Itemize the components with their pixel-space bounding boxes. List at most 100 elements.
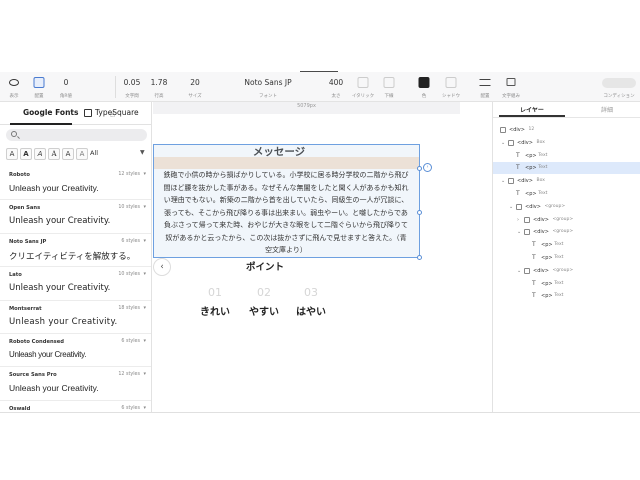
color-swatch bbox=[418, 77, 430, 88]
chevron-down-icon[interactable]: ▼ bbox=[140, 149, 145, 156]
layer-row[interactable]: ⌄ <div> <group> bbox=[493, 226, 640, 238]
badge-icon[interactable]: › bbox=[423, 163, 432, 172]
font-item-montserrat[interactable]: Montserrat 18 styles ▾ Unleash your Crea… bbox=[0, 301, 151, 334]
layer-row[interactable]: ⌄ <div> Box bbox=[493, 137, 640, 149]
paragraph-line: 奴があるかと云ったから、この次は抜かさずに飛んで見せますと答えた。（青 bbox=[165, 233, 407, 242]
text-layer-icon: T bbox=[532, 292, 536, 300]
chevron-down-icon[interactable]: ▾ bbox=[143, 171, 146, 177]
feature-number: 01 bbox=[208, 286, 222, 299]
chevron-down-icon[interactable]: ▾ bbox=[143, 305, 146, 311]
chevron-down-icon[interactable]: ▾ bbox=[143, 405, 146, 411]
resize-handle[interactable] bbox=[417, 166, 422, 171]
chevron-icon[interactable]: ⌄ bbox=[501, 178, 505, 184]
layer-tag: <p> bbox=[525, 165, 537, 172]
chevron-icon[interactable]: ⌄ bbox=[517, 229, 521, 235]
font-item-source-sans-pro[interactable]: Source Sans Pro 12 styles ▾ Unleash your… bbox=[0, 367, 151, 401]
checkbox-icon[interactable] bbox=[508, 178, 514, 185]
text-layer-icon: T bbox=[516, 164, 520, 172]
resize-handle[interactable] bbox=[417, 210, 422, 215]
line-height-field[interactable]: 1.78 行高 bbox=[148, 72, 170, 102]
layer-row[interactable]: ⌄ <div> Box bbox=[493, 175, 640, 187]
letter-spacing-label: 文字間 bbox=[125, 94, 139, 99]
layer-row[interactable]: T <p> Text bbox=[493, 150, 640, 162]
chevron-icon[interactable]: ⌄ bbox=[501, 140, 505, 146]
paragraph-line: 張っても、そこから飛び降りる事は出来まい。弱虫やーい。と囃したからであ bbox=[164, 208, 408, 217]
style-display-button[interactable]: A bbox=[76, 148, 88, 160]
feature-item[interactable]: 01 きれい bbox=[195, 286, 235, 318]
checkbox-icon[interactable] bbox=[516, 203, 522, 210]
layer-row[interactable]: T <p> Text bbox=[493, 239, 640, 251]
letter-spacing-field[interactable]: 0.05 文字間 bbox=[120, 72, 144, 102]
text-align-label: 配置 bbox=[480, 94, 490, 99]
font-item-oswald[interactable]: Oswald 6 styles ▾ bbox=[0, 401, 151, 412]
tab-typesquare[interactable]: TypeSquare bbox=[95, 108, 139, 117]
letter-spacing-value: 0.05 bbox=[123, 78, 141, 87]
feature-number: 02 bbox=[257, 286, 271, 299]
text-composition-button[interactable]: 文字組み bbox=[498, 72, 524, 102]
checkbox-icon[interactable] bbox=[524, 216, 530, 223]
style-italic-button[interactable]: A bbox=[34, 148, 46, 160]
shadow-button[interactable]: シャドウ bbox=[438, 72, 464, 102]
placement-toggle[interactable]: 配置 bbox=[28, 72, 50, 102]
design-canvas[interactable]: 5079px メッセージ 鉄砲で小供の時から損ばかりしている。小学校に居る時分学… bbox=[153, 102, 460, 412]
font-item-open-sans[interactable]: Open Sans 10 styles ▾ Unleash your Creat… bbox=[0, 200, 151, 234]
layer-row[interactable]: › <div> <group> bbox=[493, 214, 640, 226]
layer-row[interactable]: ⌄ <div> <group> bbox=[493, 265, 640, 277]
condition-toggle[interactable]: コンディション bbox=[598, 72, 640, 102]
italic-button[interactable]: イタリック bbox=[350, 72, 376, 102]
layer-row[interactable]: <div> 12 bbox=[493, 124, 640, 136]
layer-row[interactable]: T <p> Text bbox=[493, 290, 640, 302]
font-item-lato[interactable]: Lato 10 styles ▾ Unleash your Creativity… bbox=[0, 267, 151, 301]
layer-row[interactable]: T <p> Text bbox=[493, 188, 640, 200]
font-item-noto-sans-jp[interactable]: Noto Sans JP 6 styles ▾ クリエイティビティを解放する。 bbox=[0, 234, 151, 267]
font-weight-label: 太さ bbox=[331, 94, 341, 99]
message-paragraph[interactable]: 鉄砲で小供の時から損ばかりしている。小学校に居る時分学校の二階から飛び 間ほど腰… bbox=[153, 169, 419, 257]
style-filter-value[interactable]: All bbox=[90, 149, 98, 157]
underline-button[interactable]: 下線 bbox=[378, 72, 400, 102]
point-heading[interactable]: ポイント bbox=[153, 259, 377, 273]
font-name: Montserrat bbox=[9, 306, 42, 312]
style-serif-button[interactable]: A bbox=[48, 148, 60, 160]
font-item-roboto-condensed[interactable]: Roboto Condensed 6 styles ▾ Unleash your… bbox=[0, 334, 151, 367]
checkbox-icon[interactable] bbox=[500, 127, 506, 133]
layer-row[interactable]: ⌄ <div> <group> bbox=[493, 201, 640, 213]
font-item-roboto[interactable]: Roboto 12 styles ▾ Unleash your Creativi… bbox=[0, 167, 151, 200]
chevron-down-icon[interactable]: ▾ bbox=[143, 371, 146, 377]
font-family-field[interactable]: Noto Sans JP フォント bbox=[234, 72, 302, 102]
text-align-button[interactable]: 配置 bbox=[474, 72, 496, 102]
style-outline-button[interactable]: A bbox=[62, 148, 74, 160]
chevron-icon[interactable]: ⌄ bbox=[509, 204, 513, 210]
style-regular-button[interactable]: A bbox=[6, 148, 18, 160]
chevron-down-icon[interactable]: ▾ bbox=[143, 238, 146, 244]
corner-radius-label: 角R値 bbox=[59, 94, 73, 99]
resize-handle[interactable] bbox=[417, 255, 422, 260]
font-search-input[interactable] bbox=[21, 130, 141, 140]
checkbox-icon[interactable] bbox=[524, 229, 530, 236]
tab-detail[interactable]: 詳細 bbox=[601, 105, 613, 114]
style-bold-button[interactable]: A bbox=[20, 148, 32, 160]
chevron-down-icon[interactable]: ▾ bbox=[143, 204, 146, 210]
feature-item[interactable]: 02 やすい bbox=[244, 286, 284, 318]
layer-type: Text bbox=[554, 242, 564, 248]
view-toggle[interactable]: 表示 bbox=[4, 72, 24, 102]
tab-google-fonts[interactable]: Google Fonts bbox=[23, 108, 78, 117]
paragraph-line: 鉄砲で小供の時から損ばかりしている。小学校に居る時分学校の二階から飛び bbox=[163, 171, 409, 179]
layer-row[interactable]: T <p> Text bbox=[493, 162, 640, 175]
chevron-icon[interactable]: › bbox=[517, 217, 519, 223]
chevron-down-icon[interactable]: ▾ bbox=[143, 271, 146, 277]
layer-row[interactable]: T <p> Text bbox=[493, 252, 640, 264]
corner-radius-field[interactable]: 0 角R値 bbox=[54, 72, 78, 102]
font-weight-field[interactable]: 400 太さ bbox=[325, 72, 347, 102]
tab-layers[interactable]: レイヤー bbox=[520, 105, 544, 114]
layer-row[interactable]: T <p> Text bbox=[493, 278, 640, 290]
checkbox-icon[interactable] bbox=[508, 139, 514, 146]
feature-item[interactable]: 03 はやい bbox=[291, 286, 331, 318]
chevron-icon[interactable]: ⌄ bbox=[517, 268, 521, 274]
checkbox-icon[interactable] bbox=[524, 267, 530, 274]
color-picker[interactable]: 色 bbox=[413, 72, 435, 102]
font-sample: Unleash your Creativity. bbox=[9, 317, 118, 327]
chevron-down-icon[interactable]: ▾ bbox=[143, 338, 146, 344]
font-name: Noto Sans JP bbox=[9, 239, 47, 245]
font-size-field[interactable]: 20 サイズ bbox=[184, 72, 206, 102]
layer-type: Text bbox=[538, 191, 548, 196]
